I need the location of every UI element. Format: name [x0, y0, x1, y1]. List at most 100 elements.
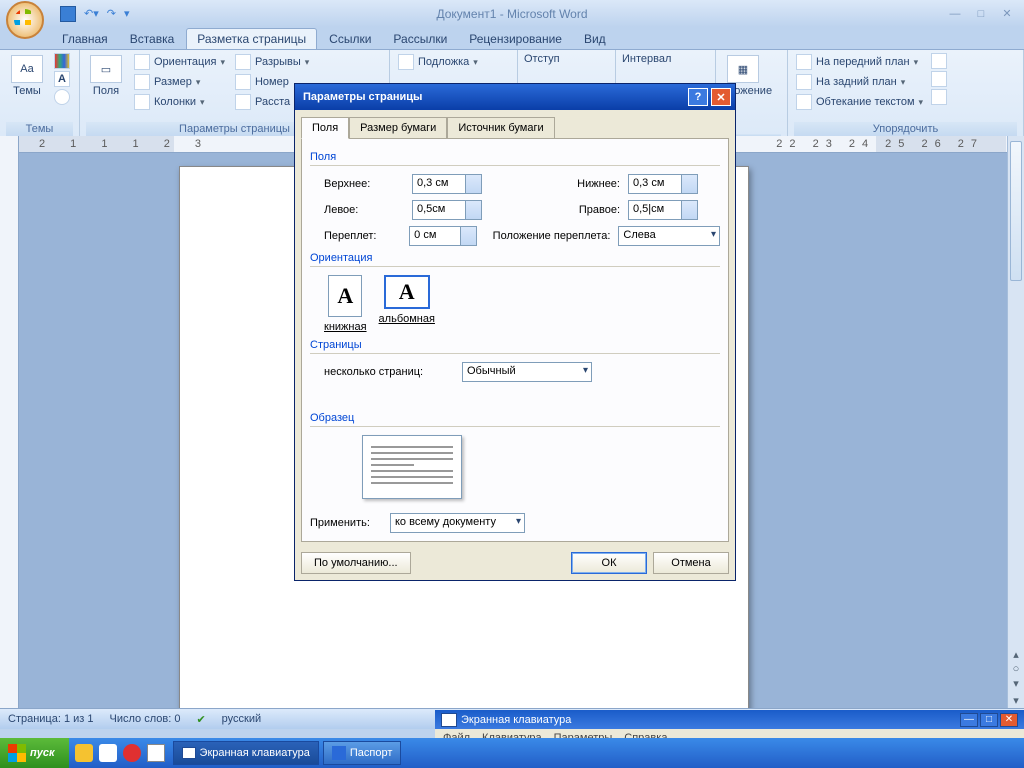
- themes-label: Темы: [13, 85, 41, 97]
- orientation-portrait[interactable]: A книжная: [324, 275, 367, 333]
- group-themes-label: Темы: [6, 122, 73, 136]
- ok-button[interactable]: ОК: [571, 552, 647, 574]
- dialog-title-text: Параметры страницы: [303, 91, 422, 103]
- margins-label: Поля: [93, 85, 119, 97]
- themes-icon: Aa: [20, 63, 33, 75]
- orientation-button[interactable]: Ориентация: [132, 53, 227, 71]
- window-title: Документ1 - Microsoft Word: [0, 7, 1024, 21]
- send-back-button[interactable]: На задний план: [794, 73, 925, 91]
- input-gutter[interactable]: 0 см▲▼: [409, 226, 477, 246]
- group-sample-label: Образец: [310, 412, 720, 424]
- text-wrap-button[interactable]: Обтекание текстом: [794, 93, 925, 111]
- label-right: Правое:: [490, 204, 620, 216]
- tab-insert[interactable]: Вставка: [120, 29, 185, 49]
- ribbon-tabs: Главная Вставка Разметка страницы Ссылки…: [0, 27, 1024, 49]
- dialog-tab-paper[interactable]: Размер бумаги: [349, 117, 447, 139]
- dialog-tab-source[interactable]: Источник бумаги: [447, 117, 554, 139]
- label-multipages: несколько страниц:: [324, 366, 454, 378]
- group-orientation-label: Ориентация: [310, 252, 720, 264]
- theme-colors-icon[interactable]: [54, 53, 70, 69]
- sample-preview: [362, 435, 462, 499]
- margins-icon: ▭: [101, 63, 111, 76]
- size-button[interactable]: Размер: [132, 73, 227, 91]
- tab-review[interactable]: Рецензирование: [459, 29, 572, 49]
- taskbar-task-osk[interactable]: Экранная клавиатура: [173, 741, 319, 765]
- theme-fonts-icon[interactable]: A: [54, 71, 70, 87]
- vertical-scrollbar[interactable]: ▴ ▴○▾ ▾: [1007, 136, 1024, 708]
- group-pages-label: Страницы: [310, 339, 720, 351]
- start-button[interactable]: пуск: [0, 738, 69, 768]
- margins-button[interactable]: ▭ Поля: [86, 53, 126, 122]
- dialog-tab-margins[interactable]: Поля: [301, 117, 349, 139]
- line-numbers-icon: [235, 74, 251, 90]
- columns-button[interactable]: Колонки: [132, 93, 227, 111]
- position-icon: ▦: [738, 63, 748, 76]
- label-gutter-pos: Положение переплета:: [485, 230, 610, 242]
- bring-front-button[interactable]: На передний план: [794, 53, 925, 71]
- theme-effects-icon[interactable]: [54, 89, 70, 105]
- scroll-down-icon[interactable]: ▾: [1008, 692, 1024, 708]
- align-icon[interactable]: [931, 53, 947, 69]
- label-top: Верхнее:: [324, 178, 404, 190]
- select-multipages[interactable]: Обычный: [462, 362, 592, 382]
- proofing-icon[interactable]: ✔: [196, 713, 205, 726]
- input-right-margin[interactable]: 0,5|см▲▼: [628, 200, 698, 220]
- tab-home[interactable]: Главная: [52, 29, 118, 49]
- quicklaunch-icon[interactable]: [99, 744, 117, 762]
- wrap-icon: [796, 94, 812, 110]
- status-language[interactable]: русский: [222, 713, 261, 725]
- tab-mailings[interactable]: Рассылки: [383, 29, 457, 49]
- word-icon: [332, 746, 346, 760]
- label-left: Левое:: [324, 204, 404, 216]
- dialog-titlebar[interactable]: Параметры страницы ? ✕: [295, 84, 735, 110]
- breaks-button[interactable]: Разрывы: [233, 53, 311, 71]
- status-page[interactable]: Страница: 1 из 1: [8, 713, 94, 725]
- group-icon[interactable]: [931, 71, 947, 87]
- breaks-icon: [235, 54, 251, 70]
- cancel-button[interactable]: Отмена: [653, 552, 729, 574]
- orientation-landscape[interactable]: A альбомная: [379, 275, 435, 333]
- tab-references[interactable]: Ссылки: [319, 29, 381, 49]
- tab-view[interactable]: Вид: [574, 29, 616, 49]
- watermark-icon: [398, 54, 414, 70]
- watermark-button[interactable]: Подложка: [396, 53, 480, 71]
- select-apply-to[interactable]: ко всему документу: [390, 513, 525, 533]
- select-gutter-pos[interactable]: Слева: [618, 226, 720, 246]
- tab-page-layout[interactable]: Разметка страницы: [186, 28, 317, 49]
- osk-app-icon: [441, 713, 457, 727]
- osk-maximize-button[interactable]: □: [980, 713, 998, 727]
- dialog-help-button[interactable]: ?: [688, 88, 708, 106]
- default-button[interactable]: По умолчанию...: [301, 552, 411, 574]
- columns-icon: [134, 94, 150, 110]
- label-gutter: Переплет:: [324, 230, 401, 242]
- portrait-label: книжная: [324, 321, 367, 333]
- vertical-ruler[interactable]: [0, 136, 19, 708]
- taskbar-task-passport[interactable]: Паспорт: [323, 741, 402, 765]
- label-bottom: Нижнее:: [490, 178, 620, 190]
- taskbar: пуск Экранная клавиатура Паспорт: [0, 738, 1024, 768]
- themes-button[interactable]: Aa Темы: [6, 53, 48, 122]
- orientation-icon: [134, 54, 150, 70]
- next-page-icon[interactable]: ▾: [1013, 677, 1019, 690]
- quicklaunch-icon[interactable]: [75, 744, 93, 762]
- input-bottom-margin[interactable]: 0,3 см▲▼: [628, 174, 698, 194]
- osk-title-text: Экранная клавиатура: [461, 714, 571, 726]
- dialog-close-button[interactable]: ✕: [711, 88, 731, 106]
- quicklaunch-icon[interactable]: [123, 744, 141, 762]
- input-top-margin[interactable]: 0,3 см▲▼: [412, 174, 482, 194]
- quicklaunch-icon[interactable]: [147, 744, 165, 762]
- start-label: пуск: [30, 747, 55, 759]
- osk-close-button[interactable]: ✕: [1000, 713, 1018, 727]
- osk-titlebar[interactable]: Экранная клавиатура — □ ✕: [435, 710, 1024, 729]
- status-words[interactable]: Число слов: 0: [110, 713, 181, 725]
- bring-front-icon: [796, 54, 812, 70]
- rotate-icon[interactable]: [931, 89, 947, 105]
- scrollbar-thumb[interactable]: [1010, 141, 1022, 281]
- browse-icon[interactable]: ○: [1013, 663, 1020, 675]
- label-apply: Применить:: [310, 517, 384, 529]
- osk-minimize-button[interactable]: —: [960, 713, 978, 727]
- input-left-margin[interactable]: 0,5см▲▼: [412, 200, 482, 220]
- hyphenation-icon: [235, 94, 251, 110]
- prev-page-icon[interactable]: ▴: [1013, 648, 1019, 661]
- landscape-label: альбомная: [379, 313, 435, 325]
